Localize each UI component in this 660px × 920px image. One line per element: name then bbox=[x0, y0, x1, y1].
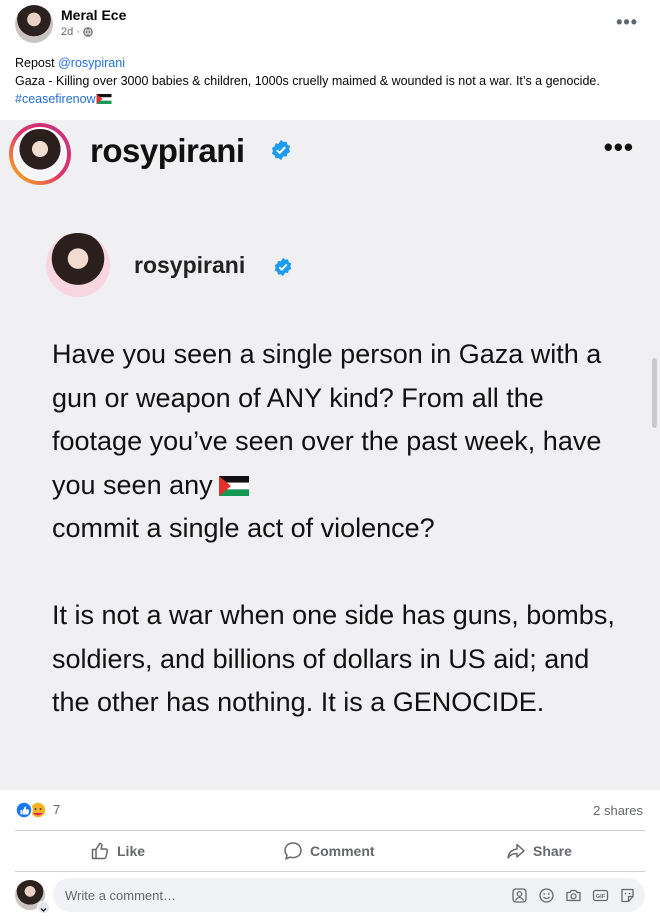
repost-prefix: Repost bbox=[15, 56, 59, 70]
quote-paragraph-1: Have you seen a single person in Gaza wi… bbox=[52, 333, 632, 551]
image-header-username: rosypirani bbox=[90, 132, 245, 169]
camera-icon[interactable] bbox=[565, 887, 582, 904]
author-name[interactable]: Meral Ece bbox=[61, 7, 126, 23]
scrollbar-thumb[interactable] bbox=[652, 358, 657, 428]
caption-body: Gaza - Killing over 3000 babies & childr… bbox=[15, 74, 600, 88]
image-options-icon: ••• bbox=[603, 132, 634, 162]
palestine-flag-icon bbox=[96, 94, 112, 104]
post-header: Meral Ece 2d · ••• bbox=[0, 0, 660, 48]
inner-username: rosypirani bbox=[134, 252, 246, 278]
emoji-icon[interactable] bbox=[538, 887, 555, 904]
svg-text:GIF: GIF bbox=[596, 894, 606, 900]
comment-tools: GIF bbox=[511, 887, 636, 904]
post-actions: Like Comment Share bbox=[0, 831, 660, 871]
verified-badge-icon bbox=[271, 139, 291, 161]
speech-bubble-icon bbox=[284, 842, 302, 860]
globe-icon bbox=[83, 27, 93, 37]
quote-text: commit a single act of violence? bbox=[52, 513, 435, 543]
quote-text: Have you seen a single person in Gaza wi… bbox=[52, 339, 602, 500]
verified-badge-icon bbox=[274, 257, 292, 277]
hashtag-link[interactable]: #ceasefirenow bbox=[15, 92, 96, 106]
repost-handle-link[interactable]: @rosypirani bbox=[58, 56, 125, 70]
shares-count[interactable]: 2 shares bbox=[593, 803, 643, 818]
quote-paragraph-2: It is not a war when one side has guns, … bbox=[52, 600, 615, 717]
comment-label: Comment bbox=[310, 843, 375, 859]
gif-icon[interactable]: GIF bbox=[592, 887, 609, 904]
author-avatar[interactable] bbox=[15, 5, 53, 43]
reaction-count[interactable]: 7 bbox=[53, 802, 60, 817]
post-caption: Repost @rosypirani Gaza - Killing over 30… bbox=[15, 54, 645, 108]
inner-avatar bbox=[46, 233, 110, 297]
avatar-sticker-icon[interactable] bbox=[511, 887, 528, 904]
comment-button[interactable]: Comment bbox=[283, 831, 375, 871]
reaction-icons[interactable] bbox=[15, 801, 49, 819]
shared-image[interactable]: rosypirani ••• rosypirani Have you seen … bbox=[0, 120, 660, 790]
sticker-icon[interactable] bbox=[619, 887, 636, 904]
like-button[interactable]: Like bbox=[90, 831, 145, 871]
chevron-down-icon[interactable] bbox=[37, 901, 50, 914]
thumbs-up-icon bbox=[91, 842, 109, 860]
like-reaction-icon bbox=[15, 801, 33, 819]
post-time[interactable]: 2d · bbox=[61, 26, 80, 38]
comment-composer: GIF bbox=[0, 872, 660, 918]
post-stats: 7 2 shares bbox=[0, 790, 660, 828]
post-meta: 2d · bbox=[61, 26, 93, 38]
share-arrow-icon bbox=[507, 843, 525, 859]
share-button[interactable]: Share bbox=[506, 831, 572, 871]
palestine-flag-icon bbox=[218, 475, 249, 496]
post-options-icon[interactable]: ••• bbox=[616, 12, 638, 33]
story-avatar bbox=[9, 123, 71, 185]
like-label: Like bbox=[117, 843, 146, 859]
share-label: Share bbox=[533, 843, 572, 859]
